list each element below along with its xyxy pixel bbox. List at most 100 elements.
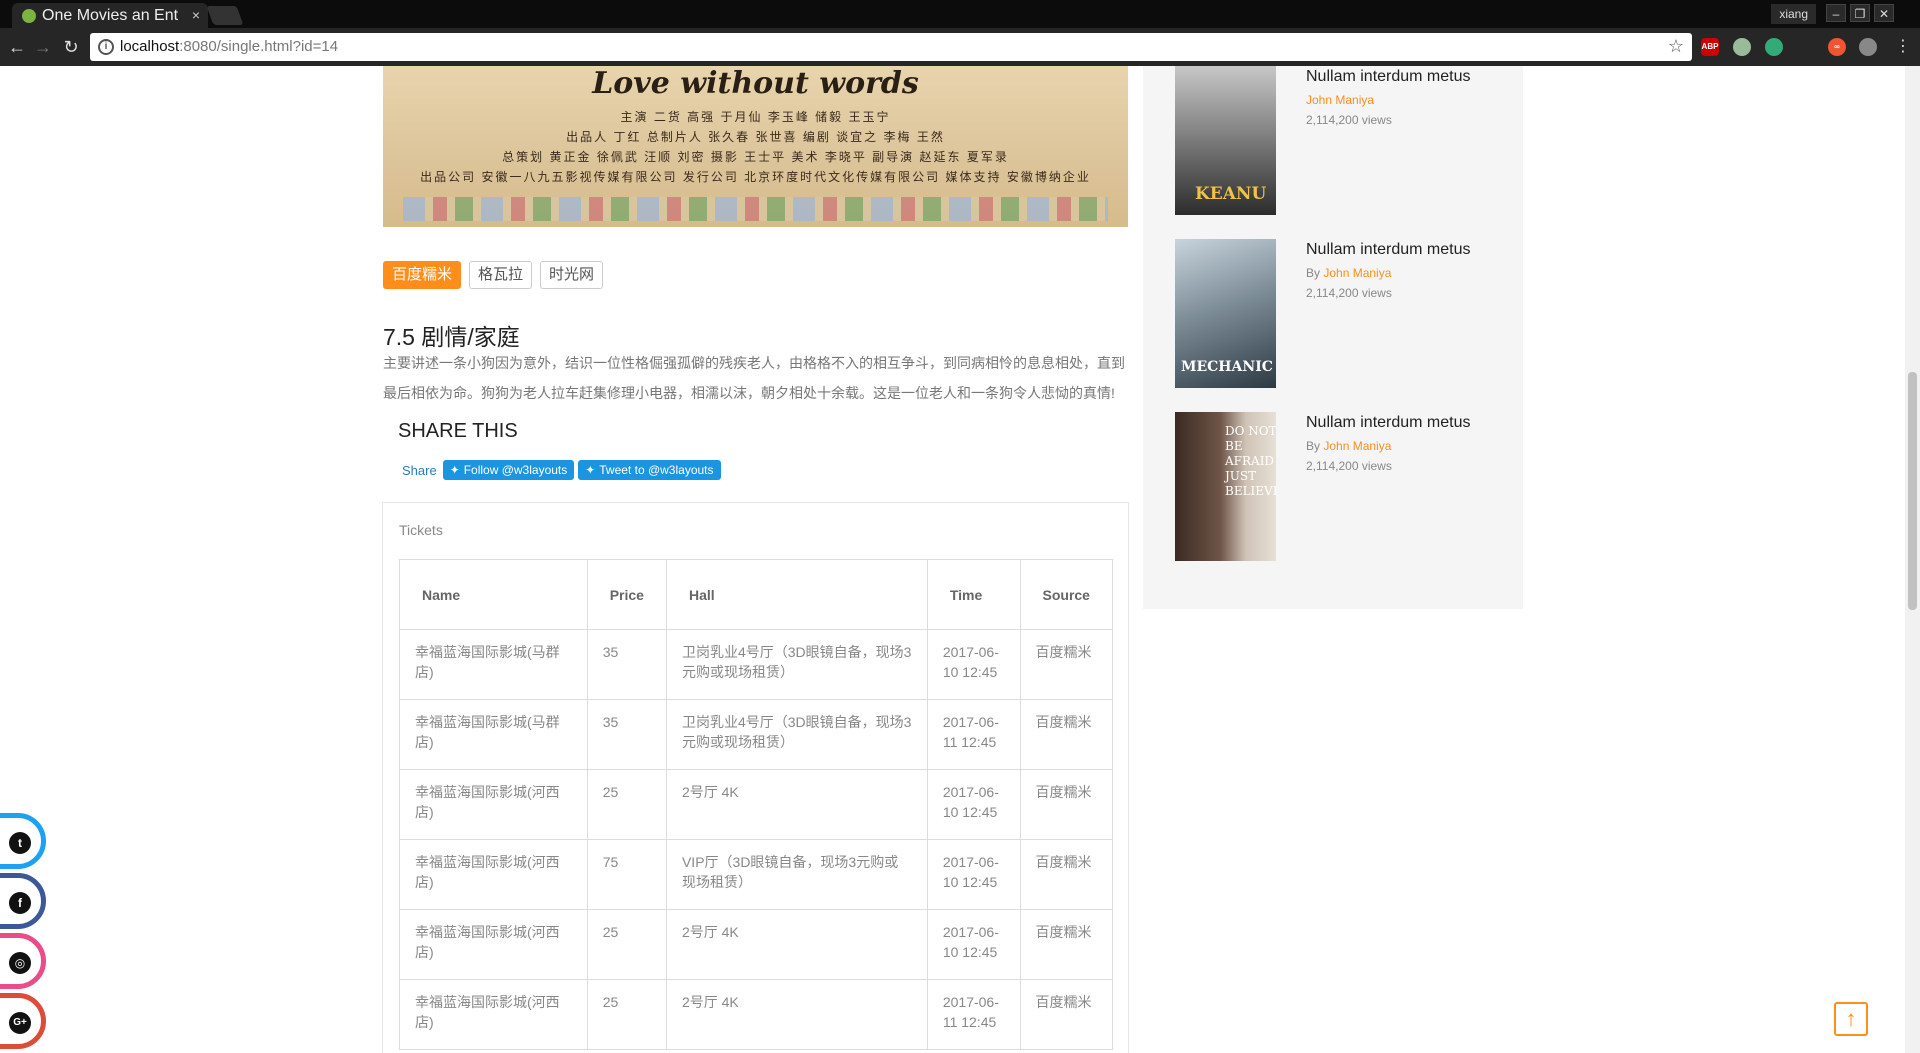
cell-hall: 卫岗乳业4号厅（3D眼镜自备，现场3元购或现场租赁） bbox=[665, 699, 928, 770]
extension-infinity-icon[interactable]: ∞ bbox=[1828, 38, 1846, 56]
video-title[interactable]: Nullam interdum metus bbox=[1306, 68, 1471, 86]
reload-icon[interactable]: ↻ bbox=[60, 36, 82, 58]
author-link[interactable]: John Maniya bbox=[1323, 266, 1391, 280]
twitter-bird-icon: ✦ bbox=[585, 463, 596, 477]
movie-description: 主要讲述一条小狗因为意外，结识一位性格倔强孤僻的残疾老人，由格格不入的相互争斗，… bbox=[383, 355, 1125, 401]
thumbnail-text: DO NOT BE AFRAID JUST BELIEVE bbox=[1225, 424, 1276, 498]
scroll-to-top-button[interactable]: ↑ bbox=[1834, 1002, 1868, 1036]
site-favicon-icon bbox=[22, 9, 36, 23]
table-row: 幸福蓝海国际影城(河西店) 25 2号厅 4K 2017-06-11 12:45… bbox=[399, 979, 1113, 1050]
cell-name: 幸福蓝海国际影城(河西店) bbox=[399, 979, 588, 1050]
author-link[interactable]: John Maniya bbox=[1323, 439, 1391, 453]
window-close-button[interactable]: ✕ bbox=[1874, 4, 1894, 22]
extension-gray-icon[interactable] bbox=[1859, 38, 1877, 56]
poster-credit-line: 出品公司 安徽一八九五影视传媒有限公司 发行公司 北京环度时代文化传媒有限公司 … bbox=[420, 170, 1091, 184]
scrollbar-thumb[interactable] bbox=[1908, 372, 1917, 610]
cell-price: 25 bbox=[586, 979, 667, 1050]
thumbnail-text: MECHANIC bbox=[1181, 359, 1273, 375]
twitter-icon: t bbox=[9, 832, 31, 854]
movie-poster: Love without words 主演 二货 高强 于月仙 李玉峰 储毅 王… bbox=[383, 66, 1128, 227]
column-header-time: Time bbox=[926, 559, 1021, 630]
ticket-source-tabs: 百度糯米 格瓦拉 时光网 bbox=[383, 261, 611, 289]
column-header-price: Price bbox=[586, 559, 667, 630]
cell-name: 幸福蓝海国际影城(马群店) bbox=[399, 699, 588, 770]
tab-close-icon[interactable]: × bbox=[192, 3, 200, 28]
tickets-table: Name Price Hall Time Source 幸福蓝海国际影城(马群店… bbox=[399, 559, 1113, 1050]
author-link[interactable]: John Maniya bbox=[1306, 93, 1374, 107]
tab-title: One Movies an Ent bbox=[42, 7, 179, 24]
social-facebook-button[interactable]: f bbox=[0, 873, 46, 929]
poster-title: Love without words bbox=[592, 66, 919, 101]
cell-hall: 2号厅 4K bbox=[665, 979, 928, 1050]
related-video-item[interactable]: DO NOT BE AFRAID JUST BELIEVE Nullam int… bbox=[1175, 412, 1471, 562]
related-video-item[interactable]: MECHANIC Nullam interdum metus By John M… bbox=[1175, 239, 1471, 389]
cell-name: 幸福蓝海国际影城(马群店) bbox=[399, 629, 588, 700]
cell-price: 35 bbox=[586, 699, 667, 770]
twitter-bird-icon: ✦ bbox=[449, 463, 460, 477]
video-views: 2,114,200 views bbox=[1306, 286, 1392, 300]
cell-time: 2017-06-10 12:45 bbox=[926, 769, 1021, 840]
window-minimize-button[interactable]: – bbox=[1826, 4, 1846, 22]
related-video-item[interactable]: KEANU Nullam interdum metus John Maniya … bbox=[1175, 66, 1471, 216]
address-url[interactable]: localhost:8080/single.html?id=14 bbox=[120, 33, 338, 61]
cell-source: 百度糯米 bbox=[1019, 629, 1113, 700]
table-row: 幸福蓝海国际影城(河西店) 75 VIP厅（3D眼镜自备，现场3元购或现场租赁）… bbox=[399, 839, 1113, 910]
social-twitter-button[interactable]: t bbox=[0, 813, 46, 869]
page-scrollbar[interactable] bbox=[1905, 66, 1920, 1053]
cell-source: 百度糯米 bbox=[1019, 979, 1113, 1050]
dribbble-icon: ◎ bbox=[9, 952, 31, 974]
cell-name: 幸福蓝海国际影城(河西店) bbox=[399, 909, 588, 980]
address-bar[interactable]: i localhost:8080/single.html?id=14 ☆ bbox=[90, 33, 1692, 61]
poster-credit-line: 出品人 丁红 总制片人 张久春 张世喜 编剧 谈宜之 李梅 王然 bbox=[566, 130, 945, 144]
cell-hall: 卫岗乳业4号厅（3D眼镜自备，现场3元购或现场租赁） bbox=[665, 629, 928, 700]
video-title[interactable]: Nullam interdum metus bbox=[1306, 241, 1471, 259]
video-title[interactable]: Nullam interdum metus bbox=[1306, 414, 1471, 432]
forward-arrow-icon[interactable]: → bbox=[32, 36, 54, 58]
column-header-hall: Hall bbox=[665, 559, 928, 630]
extension-globe-icon[interactable] bbox=[1765, 38, 1783, 56]
back-arrow-icon[interactable]: ← bbox=[6, 36, 28, 58]
video-views: 2,114,200 views bbox=[1306, 113, 1392, 127]
column-header-name: Name bbox=[399, 559, 588, 630]
new-tab-button[interactable] bbox=[206, 6, 244, 25]
cell-time: 2017-06-10 12:45 bbox=[926, 909, 1021, 980]
window-restore-button[interactable]: ❐ bbox=[1850, 4, 1870, 22]
video-views: 2,114,200 views bbox=[1306, 459, 1392, 473]
cell-hall: 2号厅 4K bbox=[665, 769, 928, 840]
page-content: Love without words 主演 二货 高强 于月仙 李玉峰 储毅 王… bbox=[0, 66, 1920, 1053]
video-byline: By John Maniya bbox=[1306, 439, 1392, 453]
source-tab-nuomi[interactable]: 百度糯米 bbox=[383, 261, 462, 289]
browser-menu-icon[interactable]: ⋮ bbox=[1892, 36, 1914, 58]
browser-tab-bar: One Movies an Ent × xiang – ❐ ✕ bbox=[0, 0, 1920, 28]
movie-rating-genre: 7.5 剧情/家庭 bbox=[383, 324, 520, 350]
video-thumbnail[interactable]: DO NOT BE AFRAID JUST BELIEVE bbox=[1175, 412, 1276, 561]
tweet-to-button[interactable]: ✦ Tweet to @w3layouts bbox=[578, 460, 721, 480]
video-thumbnail[interactable]: MECHANIC bbox=[1175, 239, 1276, 388]
cell-source: 百度糯米 bbox=[1019, 839, 1113, 910]
cell-time: 2017-06-11 12:45 bbox=[926, 979, 1021, 1050]
cell-time: 2017-06-10 12:45 bbox=[926, 629, 1021, 700]
site-info-icon[interactable]: i bbox=[98, 39, 114, 55]
table-row: 幸福蓝海国际影城(河西店) 25 2号厅 4K 2017-06-10 12:45… bbox=[399, 769, 1113, 840]
social-dribbble-button[interactable]: ◎ bbox=[0, 933, 46, 989]
video-thumbnail[interactable]: KEANU bbox=[1175, 66, 1276, 215]
cell-source: 百度糯米 bbox=[1019, 909, 1113, 980]
thumbnail-text: KEANU bbox=[1195, 184, 1267, 204]
profile-user-label[interactable]: xiang bbox=[1771, 4, 1816, 24]
social-google-plus-button[interactable]: G+ bbox=[0, 993, 46, 1049]
share-buttons: Share ✦ Follow @w3layouts ✦ Tweet to @w3la… bbox=[402, 460, 721, 480]
adblock-extension-icon[interactable]: ABP bbox=[1701, 38, 1719, 56]
browser-tab[interactable]: One Movies an Ent × bbox=[12, 3, 208, 28]
facebook-icon: f bbox=[9, 892, 31, 914]
cell-source: 百度糯米 bbox=[1019, 699, 1113, 770]
source-tab-gewara[interactable]: 格瓦拉 bbox=[469, 261, 533, 289]
bookmark-star-icon[interactable]: ☆ bbox=[1668, 36, 1684, 57]
video-byline: John Maniya bbox=[1306, 93, 1374, 107]
poster-credit-line: 总策划 黄正金 徐佩武 汪顺 刘密 摄影 王士平 美术 李晓平 副导演 赵延东 … bbox=[502, 150, 1009, 164]
follow-twitter-button[interactable]: ✦ Follow @w3layouts bbox=[442, 460, 575, 480]
related-videos-sidebar: KEANU Nullam interdum metus John Maniya … bbox=[1143, 66, 1523, 609]
cell-hall: VIP厅（3D眼镜自备，现场3元购或现场租赁） bbox=[665, 839, 928, 910]
share-link[interactable]: Share bbox=[402, 463, 437, 478]
extension-circle-icon[interactable] bbox=[1733, 38, 1751, 56]
source-tab-mtime[interactable]: 时光网 bbox=[540, 261, 604, 289]
